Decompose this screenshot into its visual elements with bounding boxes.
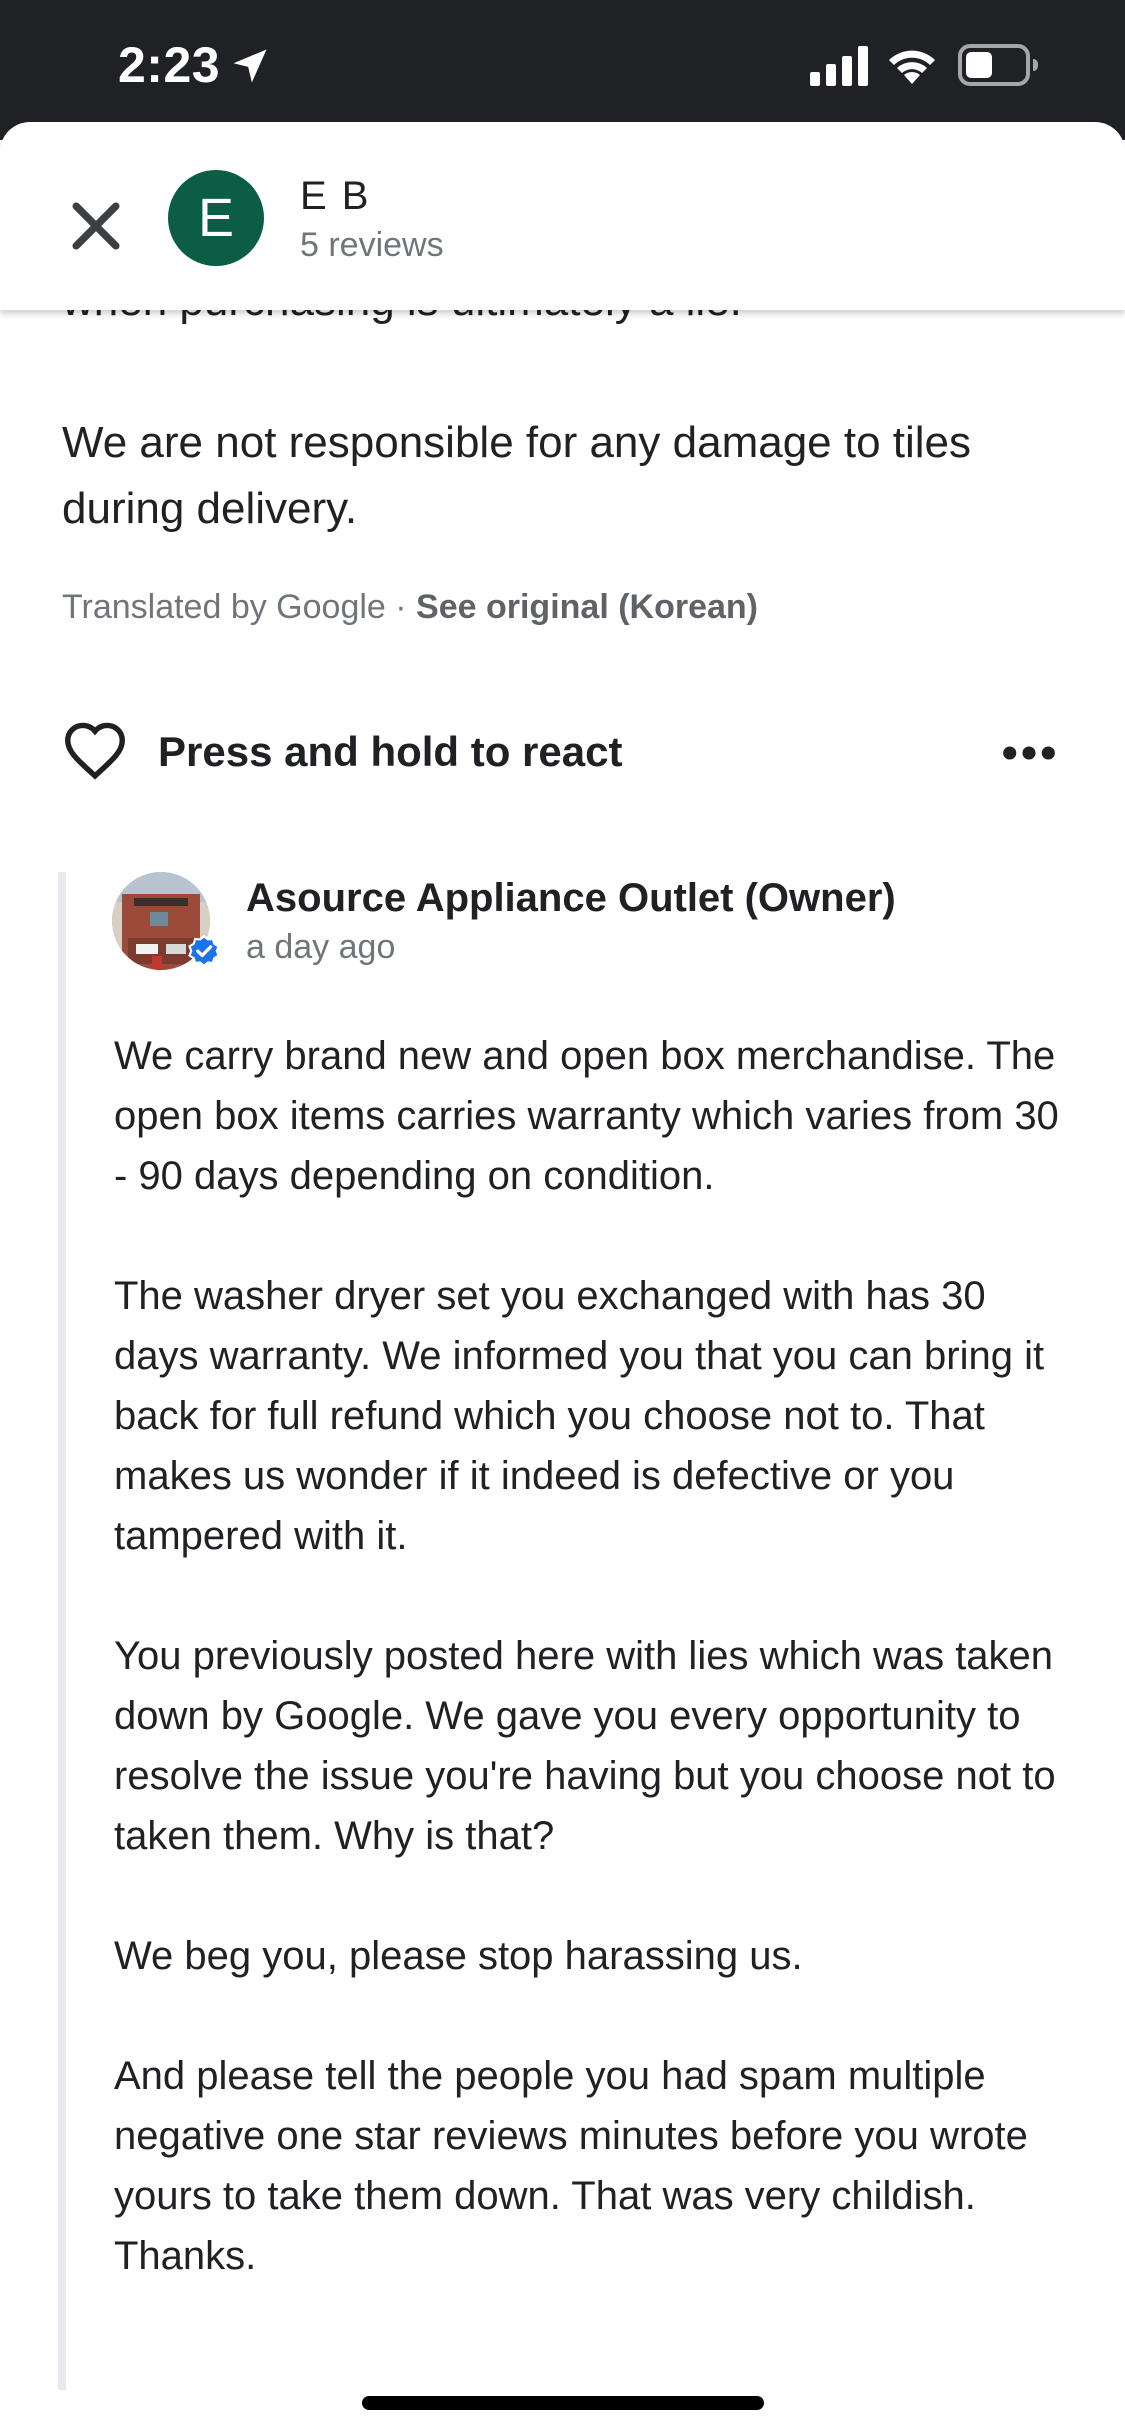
- wifi-icon: [889, 50, 935, 84]
- reviewer-header: E E B 5 reviews: [0, 122, 1125, 310]
- status-bar: 2:23: [0, 0, 1125, 140]
- more-horizontal-icon[interactable]: [1002, 740, 1056, 766]
- reviewer-avatar[interactable]: E: [168, 170, 264, 266]
- reply-paragraph: We carry brand new and open box merchand…: [114, 1034, 1059, 1198]
- close-icon[interactable]: [62, 192, 130, 260]
- home-indicator[interactable]: [362, 2396, 764, 2410]
- reply-paragraph: The washer dryer set you exchanged with …: [114, 1274, 1045, 1558]
- screen: 2:23 E E B 5 reviews when purchasin: [0, 0, 1125, 2436]
- reviewer-review-count: 5 reviews: [300, 226, 444, 264]
- battery-icon: [958, 44, 1038, 86]
- cellular-signal-icon: [810, 46, 868, 86]
- reply-thread-line: [58, 872, 66, 2390]
- reply-paragraph: We beg you, please stop harassing us.: [114, 1934, 803, 1978]
- review-text: We are not responsible for any damage to…: [62, 418, 972, 533]
- translation-note: Translated by Google · See original (Kor…: [62, 588, 758, 627]
- see-original-link[interactable]: See original (Korean): [416, 588, 758, 626]
- location-arrow-icon: [233, 49, 267, 83]
- reply-paragraph: And please tell the people you had spam …: [114, 2054, 1028, 2278]
- verified-badge-icon: [188, 934, 220, 967]
- translated-by-label: Translated by Google ·: [62, 588, 417, 626]
- reply-paragraph: You previously posted here with lies whi…: [114, 1634, 1056, 1858]
- owner-name: Asource Appliance Outlet (Owner): [246, 876, 896, 920]
- owner-reply-text: We carry brand new and open box merchand…: [114, 1026, 1074, 2286]
- status-time: 2:23: [118, 37, 221, 93]
- reviewer-name[interactable]: E B: [300, 174, 370, 219]
- heart-icon[interactable]: [62, 720, 128, 780]
- react-button-label[interactable]: Press and hold to react: [158, 728, 622, 776]
- owner-reply-time: a day ago: [246, 928, 396, 966]
